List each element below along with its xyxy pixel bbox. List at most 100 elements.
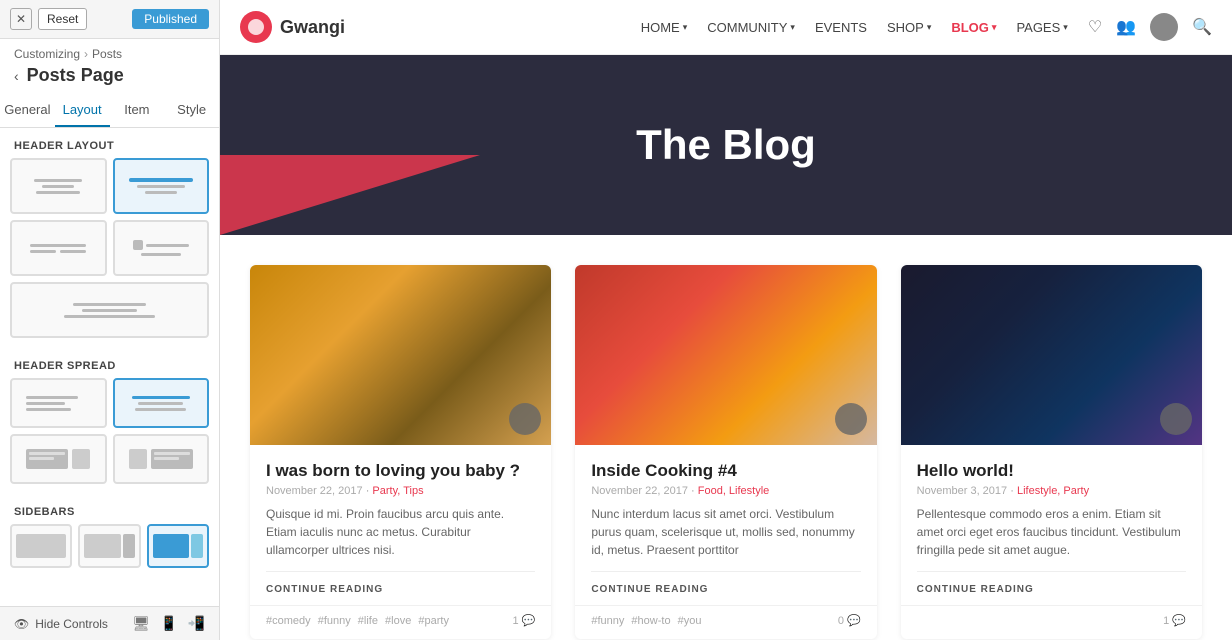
hide-controls-label: Hide Controls bbox=[35, 617, 108, 631]
post-categories-2[interactable]: Food, Lifestyle bbox=[698, 485, 770, 497]
header-layout-option-3[interactable] bbox=[10, 220, 107, 276]
desktop-view-icon[interactable]: 🖥 bbox=[132, 615, 150, 632]
tab-item[interactable]: Item bbox=[110, 94, 165, 127]
post-excerpt-2: Nunc interdum lacus sit amet orci. Vesti… bbox=[591, 505, 860, 559]
comment-icon-1: 💬 bbox=[522, 614, 536, 627]
post-title-2[interactable]: Inside Cooking #4 bbox=[591, 461, 860, 481]
header-spread-option-3[interactable] bbox=[10, 434, 107, 484]
post-thumb-1 bbox=[250, 265, 551, 445]
post-date-3: November 3, 2017 bbox=[917, 485, 1008, 497]
post-date-1: November 22, 2017 bbox=[266, 485, 363, 497]
nav-pages[interactable]: PAGES ▾ bbox=[1016, 20, 1067, 35]
community-caret-icon: ▾ bbox=[790, 22, 795, 33]
header-spread-option-4[interactable] bbox=[113, 434, 210, 484]
comment-icon-3: 💬 bbox=[1172, 614, 1186, 627]
header-layout-option-1[interactable] bbox=[10, 158, 107, 214]
site-header: Gwangi HOME ▾ COMMUNITY ▾ EVENTS SHOP ▾ … bbox=[220, 0, 1232, 55]
continue-reading-1[interactable]: CONTINUE READING bbox=[266, 571, 535, 595]
post-comment-num-2: 0 bbox=[838, 615, 844, 627]
panel-back-row: ‹ Posts Page bbox=[0, 61, 219, 94]
post-footer-3: 1 💬 bbox=[901, 605, 1202, 639]
nav-home[interactable]: HOME ▾ bbox=[641, 20, 688, 35]
comment-icon-2: 💬 bbox=[847, 614, 861, 627]
customizer-panel: ✕ Reset Published Customizing › Posts ‹ … bbox=[0, 0, 220, 640]
panel-bottom-bar: 👁 Hide Controls 🖥 📱 📲 bbox=[0, 606, 219, 640]
post-card-1: I was born to loving you baby ? November… bbox=[250, 265, 551, 639]
blog-caret-icon: ▾ bbox=[992, 22, 997, 33]
sidebar-option-3[interactable] bbox=[147, 524, 209, 568]
post-excerpt-1: Quisque id mi. Proin faucibus arcu quis … bbox=[266, 505, 535, 559]
tag-comedy[interactable]: #comedy bbox=[266, 615, 311, 627]
user-avatar[interactable] bbox=[1150, 13, 1178, 41]
post-meta-2: November 22, 2017 · Food, Lifestyle bbox=[591, 485, 860, 497]
header-layout-options bbox=[0, 158, 219, 348]
blog-hero-wrapper: The Blog bbox=[220, 55, 1232, 235]
post-comment-num-1: 1 bbox=[513, 615, 519, 627]
post-title-3[interactable]: Hello world! bbox=[917, 461, 1186, 481]
post-meta-sep-3: · bbox=[1010, 485, 1017, 497]
sidebars-title: Sidebars bbox=[0, 494, 219, 524]
tag-love[interactable]: #love bbox=[385, 615, 411, 627]
site-logo[interactable]: Gwangi bbox=[240, 11, 345, 43]
hide-controls-toggle[interactable]: 👁 Hide Controls bbox=[14, 617, 108, 631]
eye-icon: 👁 bbox=[14, 617, 29, 631]
heart-icon[interactable]: ♡ bbox=[1088, 17, 1102, 37]
continue-reading-3[interactable]: CONTINUE READING bbox=[917, 571, 1186, 595]
pages-caret-icon: ▾ bbox=[1063, 22, 1068, 33]
nav-shop[interactable]: SHOP ▾ bbox=[887, 20, 931, 35]
continue-reading-2[interactable]: CONTINUE READING bbox=[591, 571, 860, 595]
back-arrow-icon[interactable]: ‹ bbox=[14, 68, 19, 84]
logo-icon bbox=[240, 11, 272, 43]
header-spread-title: Header Spread bbox=[0, 348, 219, 378]
tag-funny[interactable]: #funny bbox=[318, 615, 351, 627]
main-nav: HOME ▾ COMMUNITY ▾ EVENTS SHOP ▾ BLOG ▾ … bbox=[641, 20, 1068, 35]
header-layout-option-4[interactable] bbox=[113, 220, 210, 276]
blog-hero-title: The Blog bbox=[616, 81, 836, 209]
sidebar-options bbox=[0, 524, 219, 578]
breadcrumb-separator: › bbox=[84, 47, 88, 61]
panel-tabs: General Layout Item Style bbox=[0, 94, 219, 128]
tag-party[interactable]: #party bbox=[418, 615, 449, 627]
tab-general[interactable]: General bbox=[0, 94, 55, 127]
post-body-3: Hello world! November 3, 2017 · Lifestyl… bbox=[901, 445, 1202, 605]
sidebar-option-2[interactable] bbox=[78, 524, 140, 568]
post-comment-count-1: 1 💬 bbox=[513, 614, 536, 627]
view-icons: 🖥 📱 📲 bbox=[132, 615, 205, 632]
post-categories-1[interactable]: Party, Tips bbox=[372, 485, 423, 497]
reset-button[interactable]: Reset bbox=[38, 8, 87, 30]
header-layout-option-2[interactable] bbox=[113, 158, 210, 214]
header-layout-option-5[interactable] bbox=[10, 282, 209, 338]
post-categories-3[interactable]: Lifestyle, Party bbox=[1017, 485, 1089, 497]
nav-blog[interactable]: BLOG ▾ bbox=[951, 20, 996, 35]
post-body-1: I was born to loving you baby ? November… bbox=[250, 445, 551, 605]
close-button[interactable]: ✕ bbox=[10, 8, 32, 30]
post-comment-count-3: 1 💬 bbox=[1163, 614, 1186, 627]
tab-layout[interactable]: Layout bbox=[55, 94, 110, 127]
tab-style[interactable]: Style bbox=[164, 94, 219, 127]
search-icon[interactable]: 🔍 bbox=[1192, 17, 1212, 37]
tag-howto[interactable]: #how-to bbox=[631, 615, 670, 627]
header-spread-option-1[interactable] bbox=[10, 378, 107, 428]
post-tags-2: #funny #how-to #you bbox=[591, 615, 832, 627]
tag-life[interactable]: #life bbox=[358, 615, 378, 627]
home-caret-icon: ▾ bbox=[683, 22, 688, 33]
nav-community[interactable]: COMMUNITY ▾ bbox=[707, 20, 795, 35]
post-body-2: Inside Cooking #4 November 22, 2017 · Fo… bbox=[575, 445, 876, 605]
post-footer-2: #funny #how-to #you 0 💬 bbox=[575, 605, 876, 639]
post-footer-1: #comedy #funny #life #love #party 1 💬 bbox=[250, 605, 551, 639]
tag-you[interactable]: #you bbox=[678, 615, 702, 627]
shop-caret-icon: ▾ bbox=[927, 22, 932, 33]
mobile-view-icon[interactable]: 📲 bbox=[188, 615, 205, 632]
preview-area: Gwangi HOME ▾ COMMUNITY ▾ EVENTS SHOP ▾ … bbox=[220, 0, 1232, 640]
header-spread-option-2[interactable] bbox=[113, 378, 210, 428]
breadcrumb-parent[interactable]: Customizing bbox=[14, 47, 80, 61]
post-meta-1: November 22, 2017 · Party, Tips bbox=[266, 485, 535, 497]
tag-funny-2[interactable]: #funny bbox=[591, 615, 624, 627]
sidebar-option-1[interactable] bbox=[10, 524, 72, 568]
nav-events[interactable]: EVENTS bbox=[815, 20, 867, 35]
post-title-1[interactable]: I was born to loving you baby ? bbox=[266, 461, 535, 481]
tablet-view-icon[interactable]: 📱 bbox=[160, 615, 177, 632]
site-name: Gwangi bbox=[280, 17, 345, 38]
published-button[interactable]: Published bbox=[132, 9, 209, 29]
group-icon[interactable]: 👥 bbox=[1116, 17, 1136, 37]
